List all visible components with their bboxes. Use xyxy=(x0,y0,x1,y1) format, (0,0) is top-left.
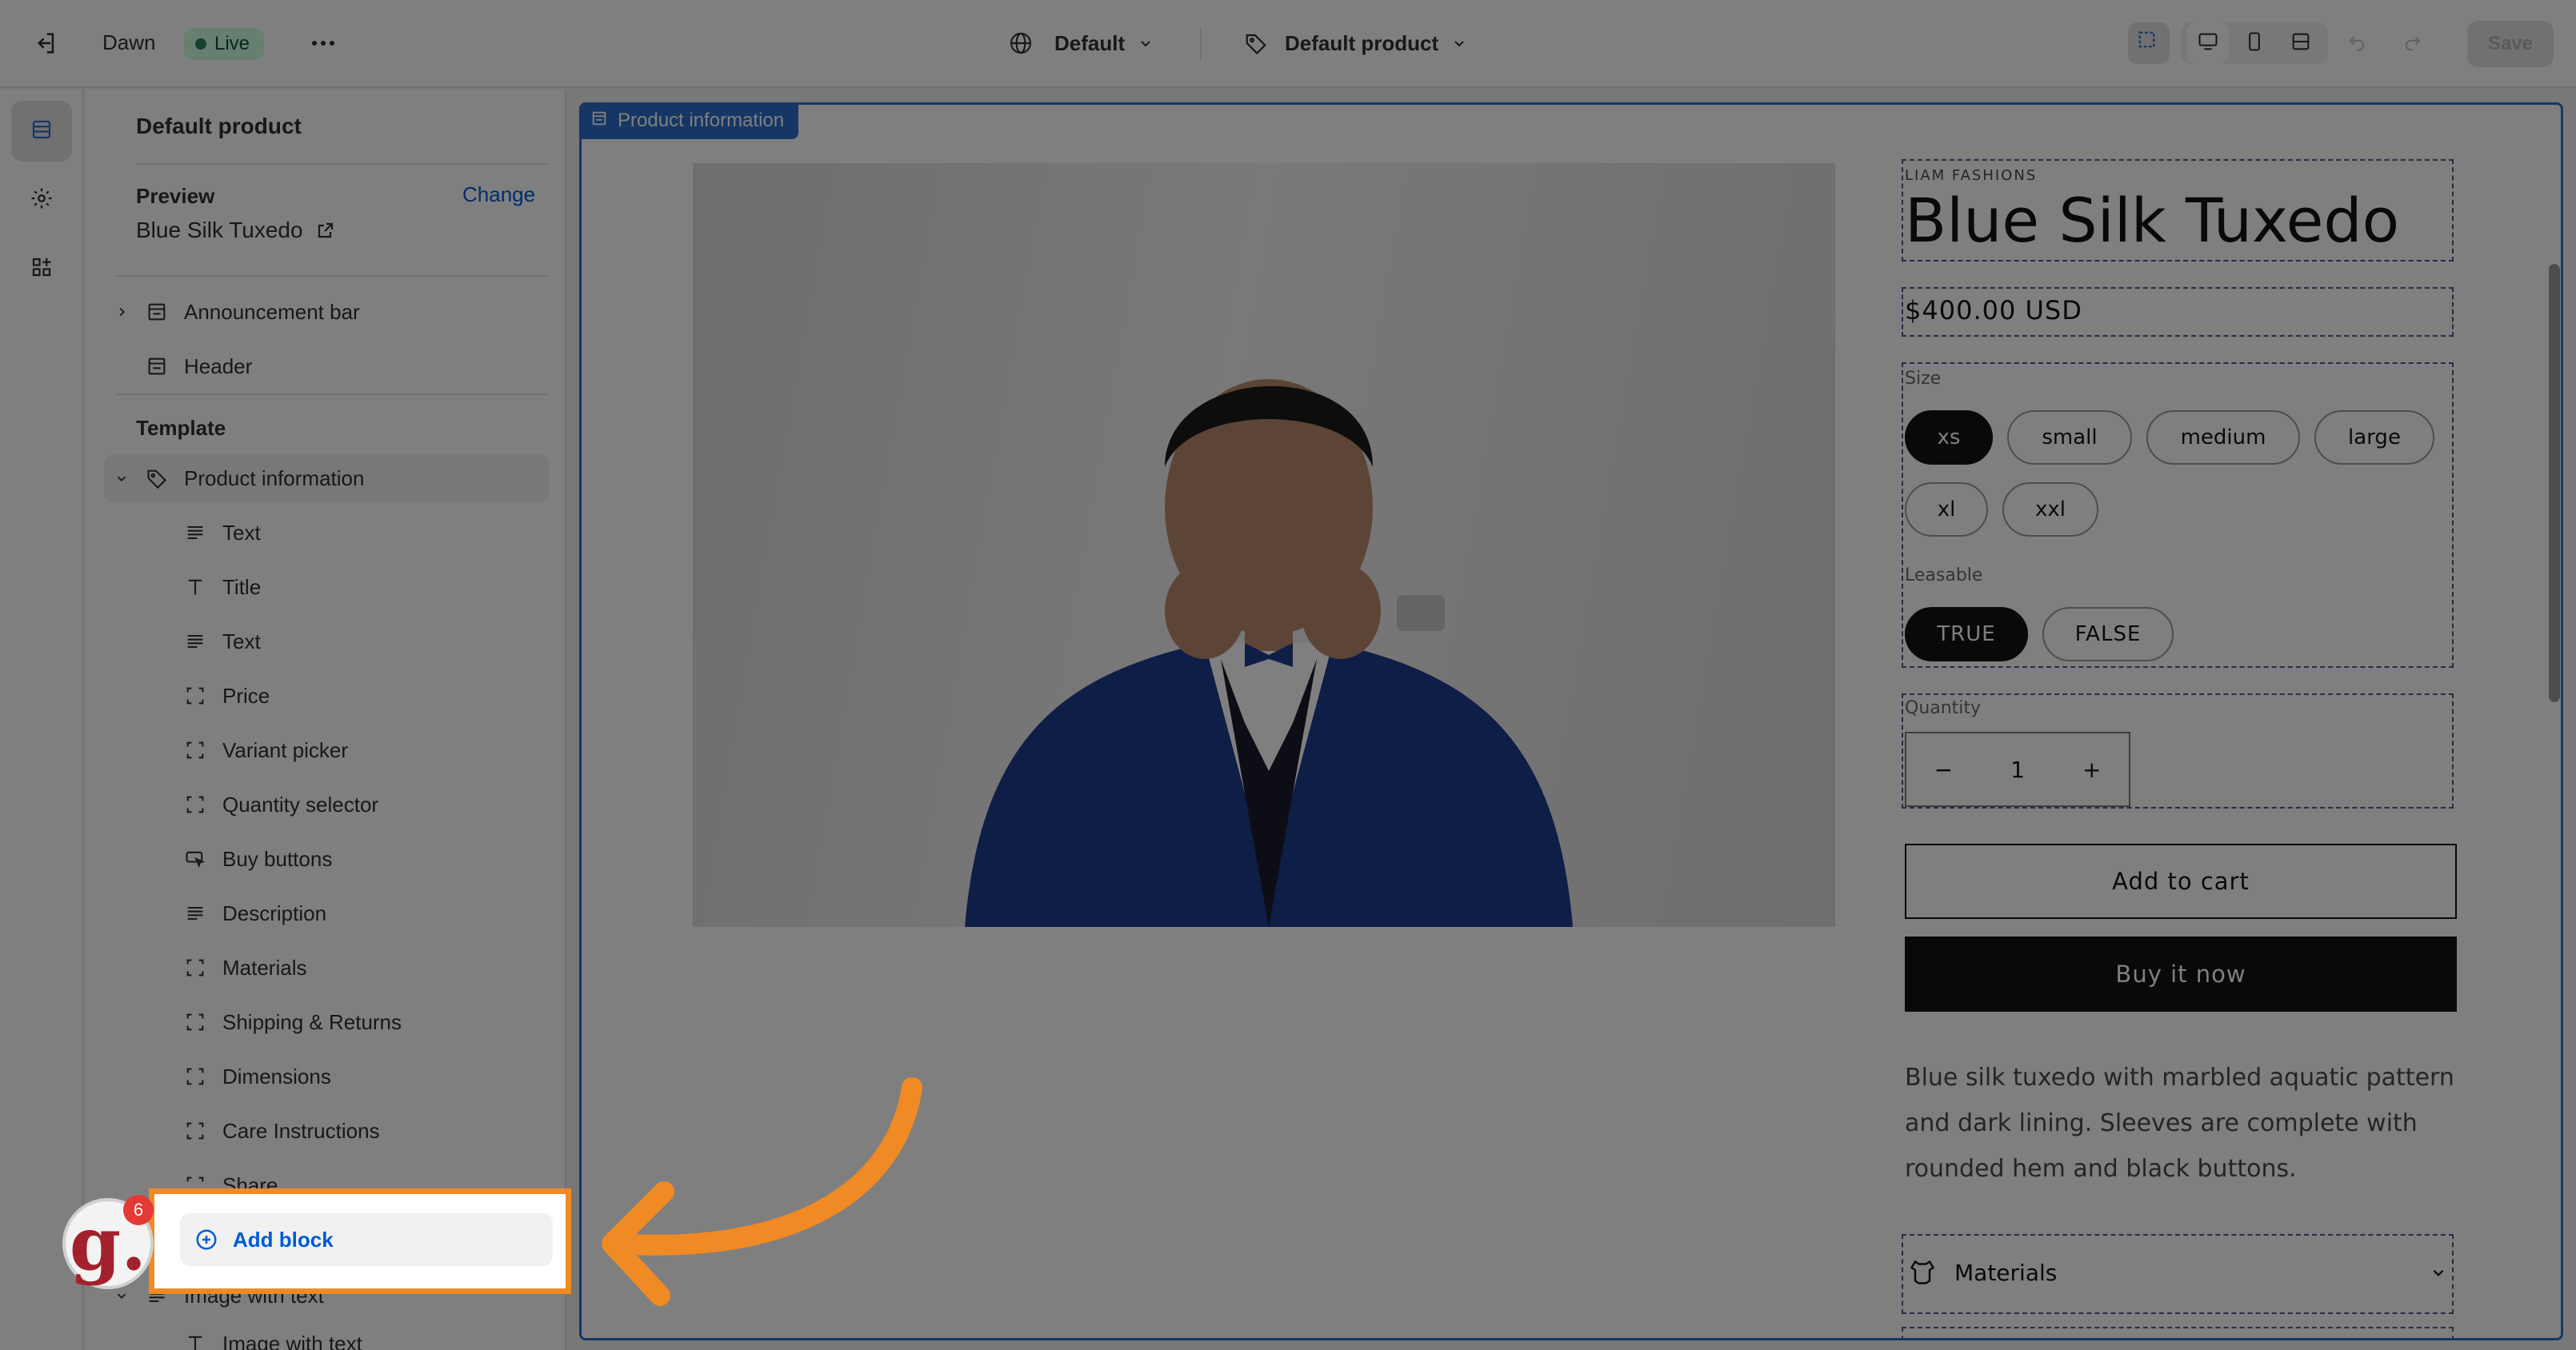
plus-circle-icon xyxy=(194,1228,218,1252)
tutorial-arrow-icon xyxy=(602,1077,922,1306)
tutorial-highlight: Add block xyxy=(149,1188,571,1294)
add-block-label: Add block xyxy=(233,1227,334,1252)
tutorial-dim-overlay xyxy=(0,0,2576,1350)
notification-count: 6 xyxy=(123,1195,154,1225)
add-block-button[interactable]: Add block xyxy=(180,1213,553,1266)
